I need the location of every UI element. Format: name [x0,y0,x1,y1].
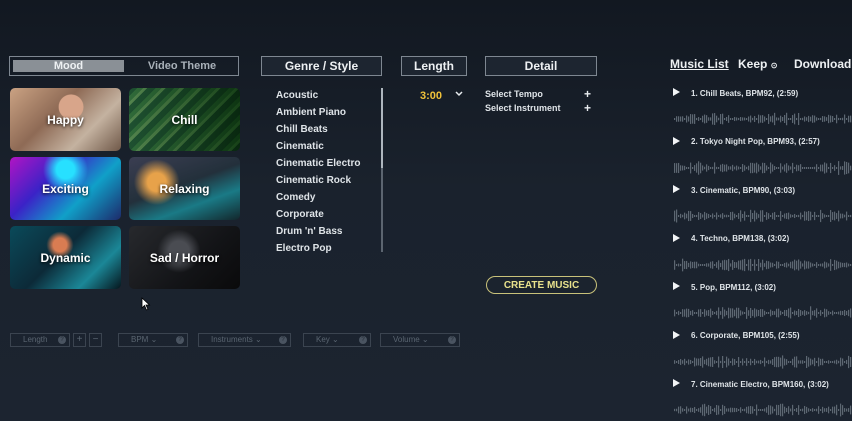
genre-item[interactable]: Corporate [276,206,376,223]
tab-music-list[interactable]: Music List [670,57,729,71]
length-minus-button[interactable]: − [89,333,102,347]
plus-icon[interactable]: + [584,102,591,114]
mood-label: Dynamic [40,250,91,265]
info-icon: ? [448,336,456,344]
genre-item[interactable]: Comedy [276,189,376,206]
mood-tile-dynamic[interactable]: Dynamic [10,226,121,289]
info-icon: ? [58,336,66,344]
mood-label: Chill [171,112,198,127]
keep-label: Keep [738,57,768,71]
chevron-down-icon[interactable] [454,89,464,99]
play-icon[interactable] [673,88,680,96]
mouse-cursor-icon [141,297,151,311]
play-icon[interactable] [673,282,680,290]
mood-label: Exciting [42,181,89,196]
genre-item[interactable]: Ambient Piano [276,104,376,121]
track-title[interactable]: 5. Pop, BPM112, (3:02) [691,283,776,292]
length-value[interactable]: 3:00 [420,90,442,102]
volume-label: Volume [393,335,420,344]
waveform[interactable] [674,160,852,176]
play-icon[interactable] [673,233,680,242]
bpm-label: BPM [131,335,149,344]
info-icon: ? [176,336,184,344]
length-control-label: Length [23,335,48,344]
waveform[interactable] [674,208,852,224]
waveform[interactable] [674,305,852,321]
length-control[interactable]: Length ? [10,333,70,347]
mood-tile-chill[interactable]: Chill [129,88,240,151]
play-icon[interactable] [673,185,680,193]
tab-download[interactable]: Download [794,57,851,71]
genre-item[interactable]: Acoustic [276,87,376,104]
genre-item[interactable]: Cinematic Electro [276,155,376,172]
mood-tile-exciting[interactable]: Exciting [10,157,121,220]
genre-item[interactable]: Cinematic Rock [276,172,376,189]
length-header: Length [401,56,467,76]
select-tempo[interactable]: Select Tempo [485,89,543,99]
mood-tile-relaxing[interactable]: Relaxing [129,157,240,220]
track-title[interactable]: 6. Corporate, BPM105, (2:55) [691,331,799,340]
mood-theme-tabbar: Mood Video Theme [9,56,239,76]
tab-mood[interactable]: Mood [13,60,124,72]
genre-list: Acoustic Ambient Piano Chill Beats Cinem… [276,87,376,257]
select-instrument[interactable]: Select Instrument [485,103,561,113]
tab-keep[interactable]: Keep ⊙ [738,57,777,71]
mood-tile-sad-horror[interactable]: Sad / Horror [129,226,240,289]
genre-item[interactable]: Drum 'n' Bass [276,223,376,240]
play-icon[interactable] [673,330,680,339]
plus-icon[interactable]: + [584,88,591,100]
info-icon: ⊙ [770,61,778,70]
genre-scroll-thumb[interactable] [381,88,383,168]
info-icon: ? [279,336,287,344]
track-title[interactable]: 2. Tokyo Night Pop, BPM93, (2:57) [691,137,820,146]
detail-header: Detail [485,56,597,76]
tab-video-theme[interactable]: Video Theme [127,60,237,72]
bpm-control[interactable]: BPM ⌄ ? [118,333,188,347]
track-title[interactable]: 7. Cinematic Electro, BPM160, (3:02) [691,380,829,389]
play-icon[interactable] [673,136,680,145]
length-plus-button[interactable]: + [73,333,86,347]
instruments-label: Instruments [211,335,253,344]
track-title[interactable]: 4. Techno, BPM138, (3:02) [691,234,789,243]
genre-item[interactable]: Cinematic [276,138,376,155]
mood-label: Happy [47,112,84,127]
genre-item[interactable]: Chill Beats [276,121,376,138]
key-control[interactable]: Key ⌄ ? [303,333,371,347]
genre-style-header: Genre / Style [261,56,382,76]
volume-control[interactable]: Volume ⌄ ? [380,333,460,347]
track-title[interactable]: 3. Cinematic, BPM90, (3:03) [691,186,795,195]
waveform[interactable] [674,111,852,127]
play-icon[interactable] [673,379,680,387]
waveform[interactable] [674,257,852,273]
genre-item[interactable]: Electro Pop [276,240,376,257]
info-icon: ? [359,336,367,344]
genre-scrollbar[interactable] [381,88,383,252]
waveform[interactable] [674,402,852,418]
key-label: Key [316,335,330,344]
mood-label: Relaxing [159,181,210,196]
instruments-control[interactable]: Instruments ⌄ ? [198,333,291,347]
waveform[interactable] [674,354,852,370]
track-title[interactable]: 1. Chill Beats, BPM92, (2:59) [691,89,798,98]
mood-tile-happy[interactable]: Happy [10,88,121,151]
mood-label: Sad / Horror [149,250,220,265]
create-music-button[interactable]: CREATE MUSIC [486,276,597,294]
